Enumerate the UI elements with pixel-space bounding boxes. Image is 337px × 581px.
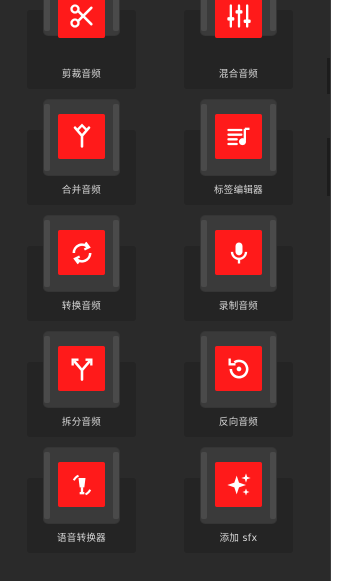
- tool-label: 混合音频: [218, 69, 259, 80]
- tool-reverse-audio[interactable]: 反向音频: [184, 332, 293, 437]
- tool-merge-audio[interactable]: 合并音频: [27, 100, 136, 205]
- tool-label: 反向音频: [218, 417, 259, 428]
- tool-convert-audio[interactable]: 转换音频: [27, 216, 136, 321]
- side-power-button: [327, 138, 330, 196]
- tool-label: 录制音频: [218, 301, 259, 312]
- tool-tag-editor[interactable]: 标签编辑器: [184, 100, 293, 205]
- tool-trim-audio[interactable]: 剪裁音频: [27, 0, 136, 89]
- split-arrows-icon: [58, 346, 105, 391]
- tool-label: 添加 sfx: [219, 533, 258, 544]
- merge-arrows-icon: [58, 114, 105, 159]
- tool-record-audio[interactable]: 录制音频: [184, 216, 293, 321]
- playlist-music-icon: [215, 114, 262, 159]
- app-screen: 剪裁音频 混合音频 合并音频 标签编辑器 转换音频 录制音频 拆分音频 反向音频…: [0, 0, 331, 581]
- side-volume-button: [327, 58, 330, 94]
- tool-label: 语音转换器: [56, 533, 106, 544]
- scissors-icon: [58, 0, 105, 38]
- tool-label: 合并音频: [61, 185, 102, 196]
- tool-mix-audio[interactable]: 混合音频: [184, 0, 293, 89]
- voice-changer-icon: [58, 462, 105, 507]
- convert-arrows-icon: [58, 230, 105, 275]
- sparkles-icon: [215, 462, 262, 507]
- tool-label: 剪裁音频: [61, 69, 102, 80]
- tool-grid: 剪裁音频 混合音频 合并音频 标签编辑器 转换音频 录制音频 拆分音频 反向音频…: [27, 0, 293, 553]
- tool-label: 标签编辑器: [213, 185, 263, 196]
- tool-add-sfx[interactable]: 添加 sfx: [184, 448, 293, 553]
- microphone-icon: [215, 230, 262, 275]
- reverse-replay-icon: [215, 346, 262, 391]
- mixer-sliders-icon: [215, 0, 262, 38]
- tool-label: 拆分音频: [61, 417, 102, 428]
- tool-split-audio[interactable]: 拆分音频: [27, 332, 136, 437]
- tool-voice-changer[interactable]: 语音转换器: [27, 448, 136, 553]
- tool-label: 转换音频: [61, 301, 102, 312]
